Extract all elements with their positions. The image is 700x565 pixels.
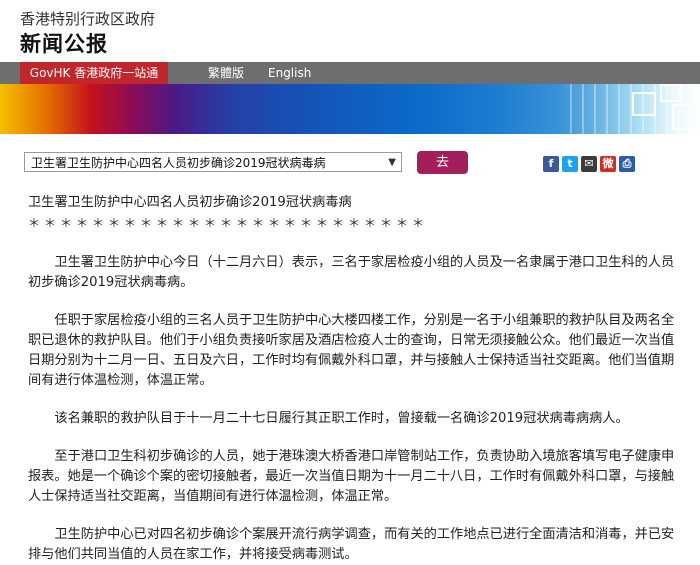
government-name: 香港特别行政区政府 xyxy=(20,10,156,28)
banner-square-decoration xyxy=(672,104,698,130)
press-release-select[interactable]: 卫生署卫生防护中心四名人员初步确诊2019冠状病毒病 ▼ xyxy=(24,152,402,172)
email-icon[interactable]: ✉ xyxy=(581,156,597,172)
traditional-chinese-link[interactable]: 繁體版 xyxy=(208,62,244,84)
govhk-link[interactable]: GovHK 香港政府一站通 xyxy=(20,62,168,84)
article-paragraph: 至于港口卫生科初步确诊的人员，她于港珠澳大桥香港口岸管制站工作，负责协助入境旅客… xyxy=(28,449,675,504)
decorative-banner xyxy=(0,84,700,134)
banner-square-decoration xyxy=(632,92,656,116)
top-nav-bar: GovHK 香港政府一站通 繁體版 English xyxy=(0,62,700,84)
article-paragraph: 卫生署卫生防护中心今日（十二月六日）表示，三名于家居检疫小组的人员及一名隶属于港… xyxy=(28,255,675,290)
select-value: 卫生署卫生防护中心四名人员初步确诊2019冠状病毒病 xyxy=(31,156,326,170)
title-divider: ＊＊＊＊＊＊＊＊＊＊＊＊＊＊＊＊＊＊＊＊＊＊＊＊＊ xyxy=(28,216,429,230)
site-header: 香港特别行政区政府 新闻公报 xyxy=(0,0,700,62)
article-paragraph: 任职于家居检疫小组的三名人员于卫生防护中心大楼四楼工作，分别是一名于小组兼职的救… xyxy=(28,313,675,388)
go-button[interactable]: 去 xyxy=(417,151,468,174)
facebook-icon[interactable]: f xyxy=(543,156,559,172)
article-paragraph: 卫生防护中心已对四名初步确诊个案展开流行病学调查，而有关的工作地点已进行全面清洁… xyxy=(28,527,675,562)
article-title: 卫生署卫生防护中心四名人员初步确诊2019冠状病毒病 xyxy=(28,195,352,210)
share-toolbar: f t ✉ 微 ⎙ xyxy=(543,156,635,172)
chevron-down-icon: ▼ xyxy=(388,157,396,168)
english-link[interactable]: English xyxy=(268,62,311,84)
weibo-icon[interactable]: 微 xyxy=(600,156,616,172)
print-icon[interactable]: ⎙ xyxy=(619,156,635,172)
twitter-icon[interactable]: t xyxy=(562,156,578,172)
banner-square-decoration xyxy=(660,84,682,102)
press-release-body: 卫生署卫生防护中心四名人员初步确诊2019冠状病毒病 ＊＊＊＊＊＊＊＊＊＊＊＊＊… xyxy=(28,193,678,565)
page-title[interactable]: 新闻公报 xyxy=(20,28,108,58)
article-paragraph: 该名兼职的救护队目于十一月二十七日履行其正职工作时，曾接载一名确诊2019冠状病… xyxy=(54,411,629,426)
